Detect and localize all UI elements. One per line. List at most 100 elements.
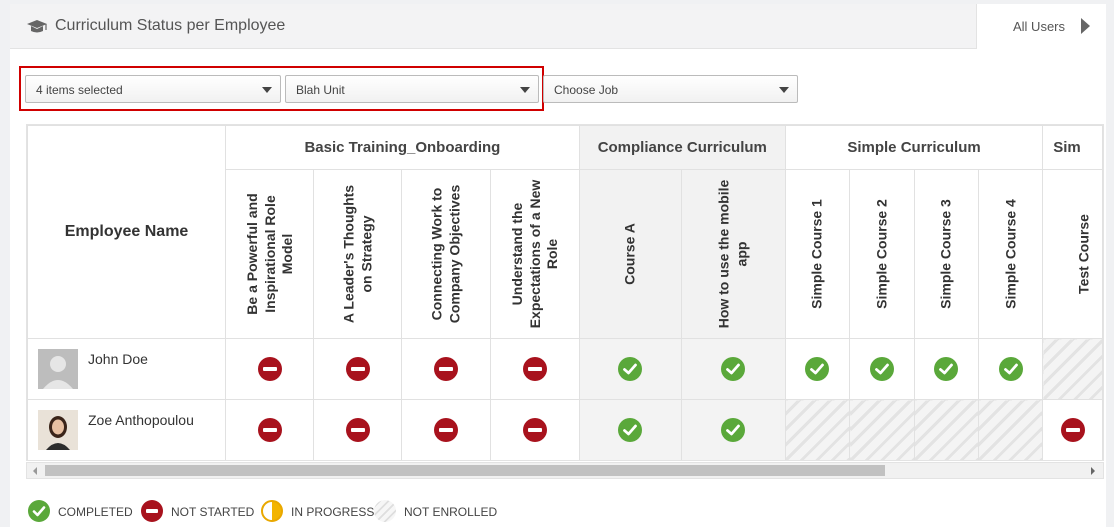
minus-circle-icon: [345, 418, 370, 442]
course-title: Simple Course 4: [1001, 199, 1018, 309]
horizontal-scrollbar[interactable]: [26, 462, 1104, 479]
minus-circle-icon: [522, 418, 547, 442]
status-cell[interactable]: [1042, 399, 1103, 460]
status-cell[interactable]: [1042, 338, 1103, 400]
status-cell[interactable]: [489, 399, 580, 460]
table-row: John Doe: [27, 338, 1103, 400]
course-title: Test Course: [1075, 214, 1092, 294]
check-circle-icon: [934, 357, 959, 381]
status-cell[interactable]: [849, 338, 915, 400]
scroll-right-arrow-icon[interactable]: [1091, 467, 1095, 475]
scrollbar-thumb[interactable]: [45, 465, 885, 476]
minus-circle-icon: [1060, 418, 1085, 442]
status-cell[interactable]: [401, 399, 491, 460]
course-title: Be a Powerful and Inspirational Role Mod…: [243, 193, 295, 315]
status-cell[interactable]: [680, 399, 786, 460]
status-cell[interactable]: [401, 338, 491, 400]
check-circle-icon: [721, 418, 746, 442]
unit-select[interactable]: Blah Unit: [285, 75, 539, 103]
course-header[interactable]: Simple Course 2: [849, 169, 915, 339]
course-header[interactable]: Understand the Expectations of a New Rol…: [489, 169, 580, 339]
table-row: Zoe Anthopoulou: [27, 399, 1103, 460]
status-grid-viewport[interactable]: Employee Name Basic Training_Onboarding …: [26, 124, 1104, 461]
widget-title: Curriculum Status per Employee: [55, 17, 286, 34]
course-header[interactable]: Be a Powerful and Inspirational Role Mod…: [225, 169, 315, 339]
select-value: Choose Job: [554, 83, 619, 97]
course-title: Simple Course 1: [808, 199, 825, 309]
check-circle-icon: [805, 357, 830, 381]
select-value: Blah Unit: [296, 83, 345, 97]
legend-label: IN PROGRESS: [291, 505, 375, 519]
legend-label: NOT ENROLLED: [404, 505, 498, 519]
check-circle-icon: [721, 357, 746, 381]
chevron-down-icon: [262, 87, 272, 93]
legend-label: COMPLETED: [58, 505, 133, 519]
status-cell[interactable]: [913, 399, 979, 460]
status-cell[interactable]: [578, 399, 682, 460]
arrow-right-icon: [1081, 18, 1090, 34]
course-title: Understand the Expectations of a New Rol…: [508, 179, 560, 329]
course-title: Course A: [621, 223, 638, 285]
avatar: [38, 349, 78, 389]
all-users-link[interactable]: All Users: [976, 4, 1106, 49]
employee-cell[interactable]: Zoe Anthopoulou: [27, 399, 227, 460]
course-header[interactable]: How to use the mobile app: [680, 169, 786, 339]
curriculum-status-widget: Curriculum Status per Employee All Users…: [10, 4, 1106, 527]
course-header[interactable]: Simple Course 1: [784, 169, 851, 339]
minus-circle-icon: [434, 418, 458, 442]
widget-header: Curriculum Status per Employee All Users: [10, 4, 1106, 49]
select-value: 4 items selected: [36, 83, 123, 97]
minus-circle-icon: [434, 357, 458, 381]
check-circle-icon: [869, 357, 894, 381]
group-header: Compliance Curriculum: [578, 125, 786, 170]
employee-name-header[interactable]: Employee Name: [27, 125, 227, 339]
status-grid: Employee Name Basic Training_Onboarding …: [27, 125, 1103, 460]
employee-cell[interactable]: John Doe: [27, 338, 227, 400]
status-cell[interactable]: [313, 399, 403, 460]
course-title: Connecting Work to Company Objectives: [428, 184, 463, 324]
employee-name[interactable]: Zoe Anthopoulou: [88, 412, 194, 428]
status-cell[interactable]: [225, 338, 315, 400]
course-header[interactable]: Simple Course 4: [977, 169, 1044, 339]
status-cell[interactable]: [225, 399, 315, 460]
minus-circle-icon: [257, 357, 282, 381]
legend-label: NOT STARTED: [171, 505, 255, 519]
scroll-left-arrow-icon[interactable]: [33, 467, 37, 475]
check-circle-icon: [618, 357, 643, 381]
hatched-circle-icon: [374, 500, 396, 522]
group-header: Sim: [1042, 125, 1103, 170]
status-cell[interactable]: [977, 399, 1044, 460]
course-header[interactable]: Course A: [578, 169, 682, 339]
half-circle-icon: [261, 500, 283, 522]
minus-circle-icon: [257, 418, 282, 442]
status-cell[interactable]: [784, 338, 851, 400]
chevron-down-icon: [779, 87, 789, 93]
avatar: [38, 410, 78, 450]
job-select[interactable]: Choose Job: [543, 75, 798, 103]
course-header[interactable]: Simple Course 3: [913, 169, 979, 339]
group-header: Simple Curriculum: [784, 125, 1044, 170]
employee-name[interactable]: John Doe: [88, 351, 148, 367]
course-header[interactable]: Connecting Work to Company Objectives: [401, 169, 491, 339]
org-unit-multiselect[interactable]: 4 items selected: [25, 75, 281, 103]
all-users-label: All Users: [1013, 19, 1066, 34]
group-header: Basic Training_Onboarding: [225, 125, 580, 170]
minus-circle-icon: [345, 357, 370, 381]
check-circle-icon: [998, 357, 1023, 381]
status-cell[interactable]: [977, 338, 1044, 400]
course-header[interactable]: Test Course: [1042, 169, 1103, 339]
status-cell[interactable]: [489, 338, 580, 400]
status-cell[interactable]: [680, 338, 786, 400]
status-cell[interactable]: [313, 338, 403, 400]
status-cell[interactable]: [849, 399, 915, 460]
group-header-row: Employee Name Basic Training_Onboarding …: [27, 125, 1103, 339]
course-title: Simple Course 2: [873, 199, 890, 309]
minus-circle-icon: [522, 357, 547, 381]
status-cell[interactable]: [578, 338, 682, 400]
status-cell[interactable]: [784, 399, 851, 460]
status-cell[interactable]: [913, 338, 979, 400]
course-header[interactable]: A Leader's Thoughts on Strategy: [313, 169, 403, 339]
check-circle-icon: [28, 500, 50, 522]
chevron-down-icon: [520, 87, 530, 93]
check-circle-icon: [618, 418, 643, 442]
